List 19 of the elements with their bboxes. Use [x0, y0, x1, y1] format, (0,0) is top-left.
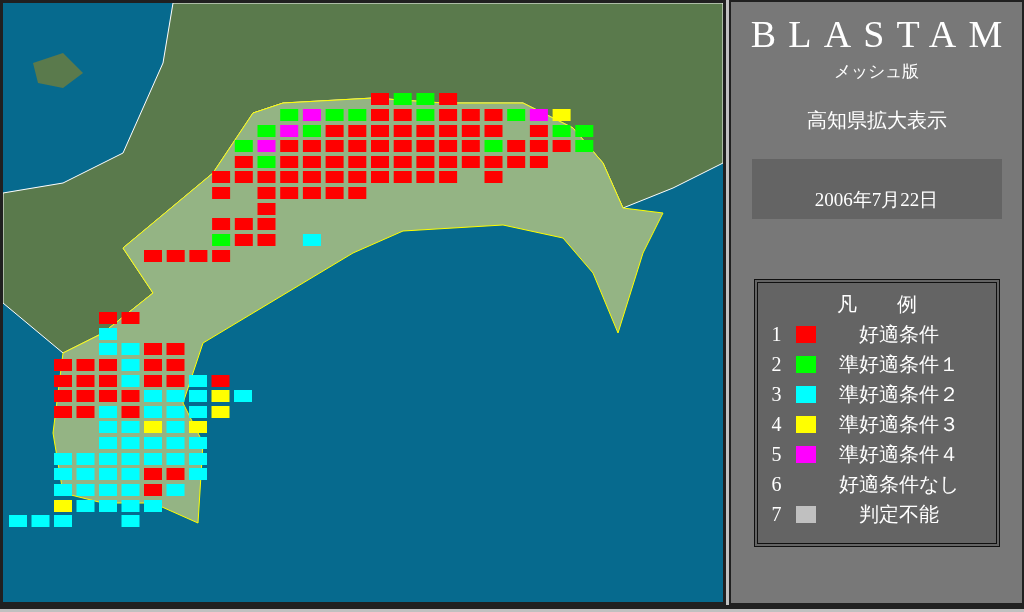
legend-number: 7 [771, 502, 783, 526]
legend-label: 判定不能 [858, 502, 939, 526]
legend-label: 準好適条件１ [838, 352, 959, 376]
legend-number: 3 [771, 382, 783, 406]
legend-number: 5 [771, 442, 783, 466]
app-subtitle: メッシュ版 [834, 61, 919, 83]
app-title: BLASTAM [749, 12, 1015, 57]
legend-label: 準好適条件４ [838, 442, 959, 466]
legend-number: 4 [771, 412, 783, 436]
legend-number: 6 [771, 472, 783, 496]
legend-number: 1 [771, 322, 783, 346]
legend-label: 準好適条件３ [838, 412, 959, 436]
date-display: 2006年7月22日 [751, 159, 1002, 219]
legend-label: 好適条件なし [838, 472, 959, 496]
region-label: 高知県拡大表示 [806, 108, 947, 133]
legend-label: 準好適条件２ [838, 382, 959, 406]
legend-title: 凡 例 [836, 292, 917, 317]
legend-number: 2 [771, 352, 783, 376]
legend-label: 好適条件 [858, 322, 939, 346]
